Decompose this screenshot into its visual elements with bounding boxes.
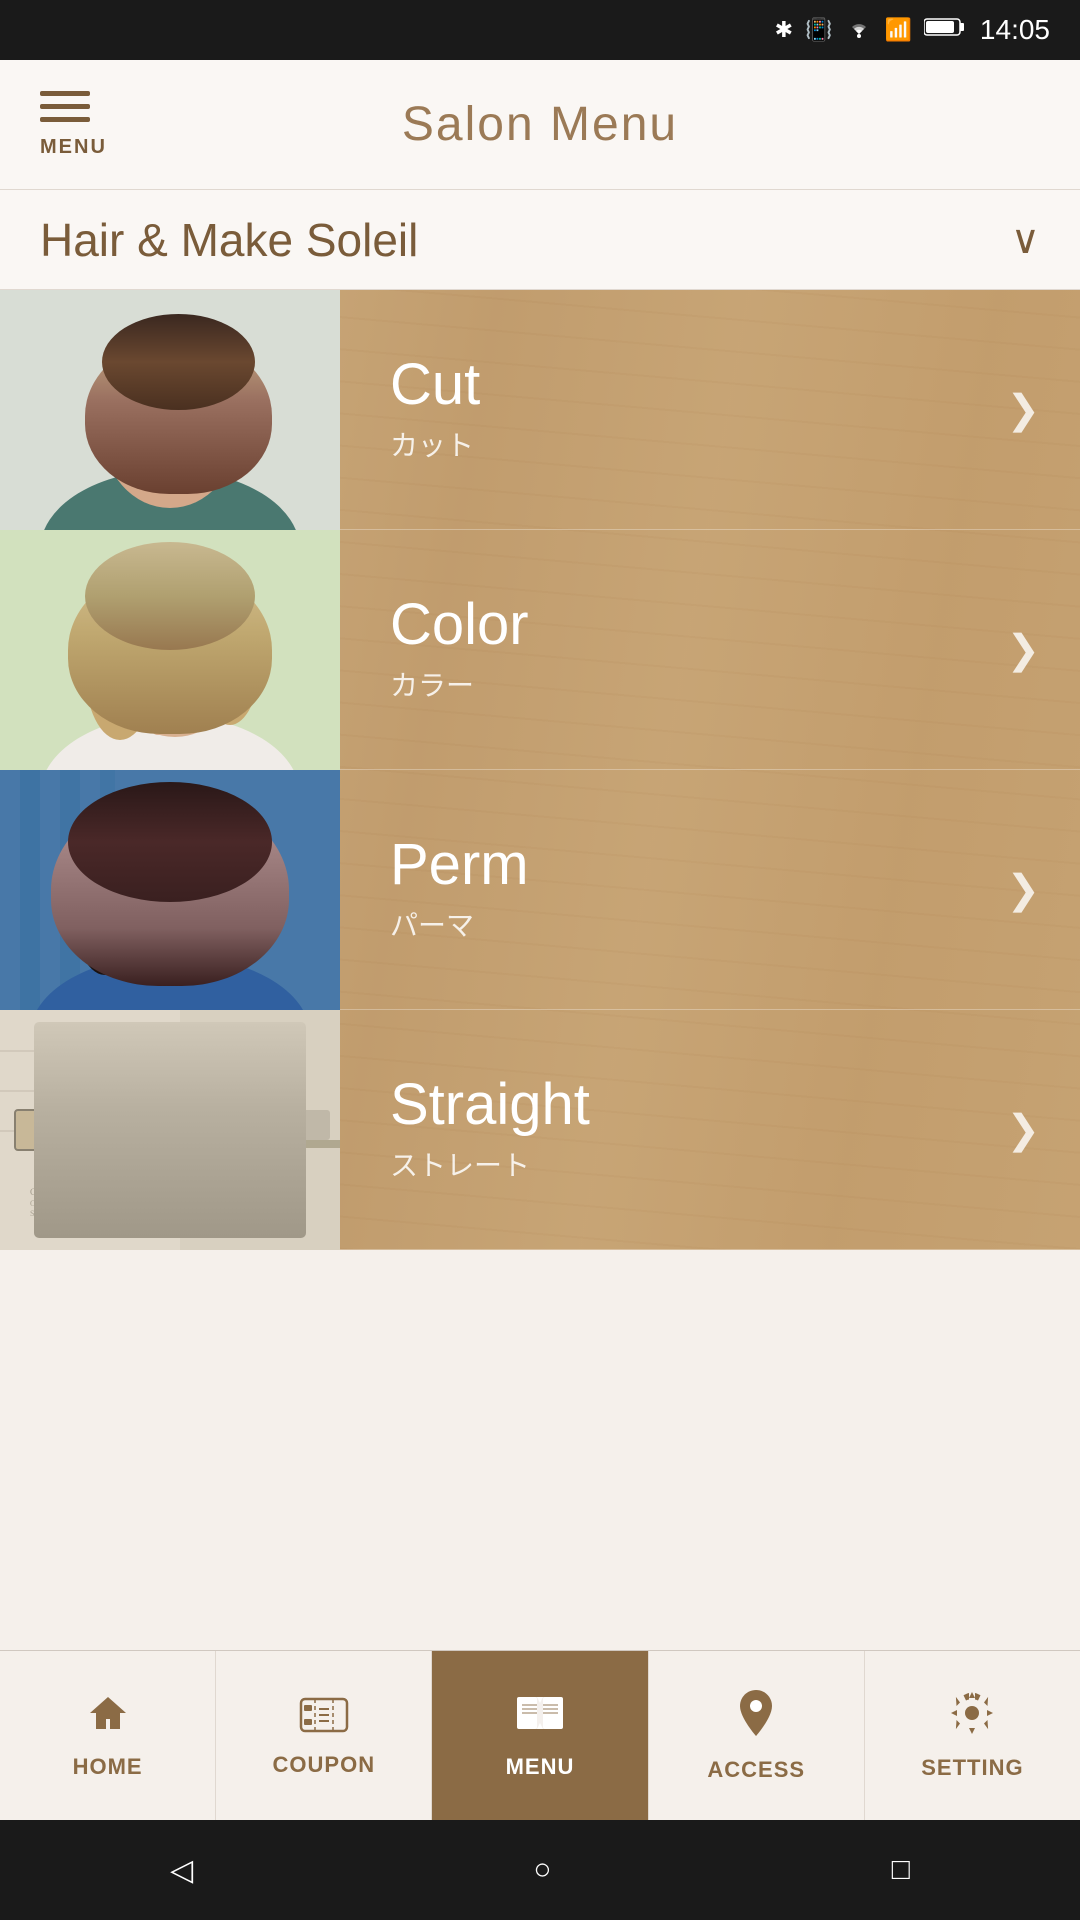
menu-title-en-color: Color (390, 596, 529, 654)
header-section: MENU Salon Menu Hair & Make Soleil ∨ (0, 60, 1080, 290)
status-bar: ✱ 📳 📶 14:05 (0, 0, 1080, 60)
chevron-right-icon-cut: ❯ (1006, 387, 1040, 433)
salon-name: Hair & Make Soleil (40, 213, 418, 267)
chevron-down-icon: ∨ (1011, 217, 1040, 263)
battery-icon (924, 17, 964, 43)
chevron-right-icon-color: ❯ (1006, 627, 1040, 673)
menu-title-ja-color: カラー (390, 664, 529, 704)
home-icon (86, 1691, 130, 1746)
menu-image-color (0, 530, 340, 770)
bottom-nav: HOME COUPON (0, 1650, 1080, 1820)
menu-item-content-color: Color カラー ❯ (340, 530, 1080, 769)
svg-text:San Diego: San Diego (30, 1209, 64, 1218)
menu-title-en-straight: Straight (390, 1076, 590, 1134)
setting-icon (949, 1690, 995, 1747)
nav-item-coupon[interactable]: COUPON (216, 1651, 432, 1820)
menu-image-cut (0, 290, 340, 530)
recent-button[interactable]: □ (892, 1853, 910, 1887)
menu-items-container: Cut カット ❯ (0, 290, 1080, 1250)
nav-item-menu[interactable]: MENU (432, 1651, 648, 1820)
menu-item-text-color: Color カラー (390, 596, 529, 704)
chevron-right-icon-perm: ❯ (1006, 867, 1040, 913)
menu-item-color[interactable]: Color カラー ❯ (0, 530, 1080, 770)
menu-list: Cut カット ❯ (0, 290, 1080, 1250)
menu-bar-2 (40, 104, 90, 109)
menu-title-ja-straight: ストレート (390, 1144, 590, 1184)
menu-button[interactable]: MENU (40, 91, 107, 159)
home-button[interactable]: ○ (533, 1853, 551, 1887)
chevron-right-icon-straight: ❯ (1006, 1107, 1040, 1153)
header: MENU Salon Menu (0, 60, 1080, 190)
menu-title-en-perm: Perm (390, 836, 529, 894)
svg-text:OCEAN BLVD: OCEAN BLVD (30, 1199, 81, 1208)
wifi-icon (845, 16, 873, 44)
menu-item-content-straight: Straight ストレート ❯ (340, 1010, 1080, 1249)
salon-selector[interactable]: Hair & Make Soleil ∨ (0, 190, 1080, 290)
menu-bar-1 (40, 91, 90, 96)
coupon-icon (299, 1694, 349, 1744)
menu-item-text-cut: Cut カット (390, 356, 480, 464)
menu-item-content-perm: Perm パーマ ❯ (340, 770, 1080, 1009)
menu-title-ja-cut: カット (390, 424, 480, 464)
menu-title-en-cut: Cut (390, 356, 480, 414)
nav-label-coupon: COUPON (273, 1752, 376, 1778)
menu-book-icon (515, 1691, 565, 1746)
menu-item-perm[interactable]: Perm パーマ ❯ (0, 770, 1080, 1010)
nav-item-setting[interactable]: SETTING (865, 1651, 1080, 1820)
back-button[interactable]: ◁ (170, 1853, 193, 1888)
app-content: MENU Salon Menu Hair & Make Soleil ∨ (0, 60, 1080, 1650)
menu-item-content-cut: Cut カット ❯ (340, 290, 1080, 529)
menu-button-label: MENU (40, 136, 107, 159)
svg-text:Cafe: Cafe (30, 1187, 47, 1197)
nav-label-menu: MENU (506, 1754, 575, 1780)
bluetooth-icon: ✱ (775, 17, 793, 43)
menu-item-text-straight: Straight ストレート (390, 1076, 590, 1184)
menu-bar-3 (40, 117, 90, 122)
status-time: 14:05 (980, 14, 1050, 46)
nav-item-access[interactable]: ACCESS (649, 1651, 865, 1820)
vibrate-icon: 📳 (805, 17, 832, 43)
menu-title-ja-perm: パーマ (390, 904, 529, 944)
page-title: Salon Menu (402, 97, 678, 152)
nav-label-access: ACCESS (707, 1757, 805, 1783)
menu-image-straight: Cafe OCEAN BLVD San Diego (0, 1010, 340, 1250)
sim-icon: 📶 (885, 17, 912, 43)
menu-image-perm (0, 770, 340, 1010)
menu-item-text-perm: Perm パーマ (390, 836, 529, 944)
android-nav: ◁ ○ □ (0, 1820, 1080, 1920)
menu-item-cut[interactable]: Cut カット ❯ (0, 290, 1080, 530)
access-icon (737, 1688, 775, 1749)
menu-item-straight[interactable]: Cafe OCEAN BLVD San Diego Straight ストレート… (0, 1010, 1080, 1250)
nav-label-setting: SETTING (921, 1755, 1023, 1781)
nav-label-home: HOME (73, 1754, 143, 1780)
status-icons: ✱ 📳 📶 (775, 16, 964, 44)
nav-item-home[interactable]: HOME (0, 1651, 216, 1820)
